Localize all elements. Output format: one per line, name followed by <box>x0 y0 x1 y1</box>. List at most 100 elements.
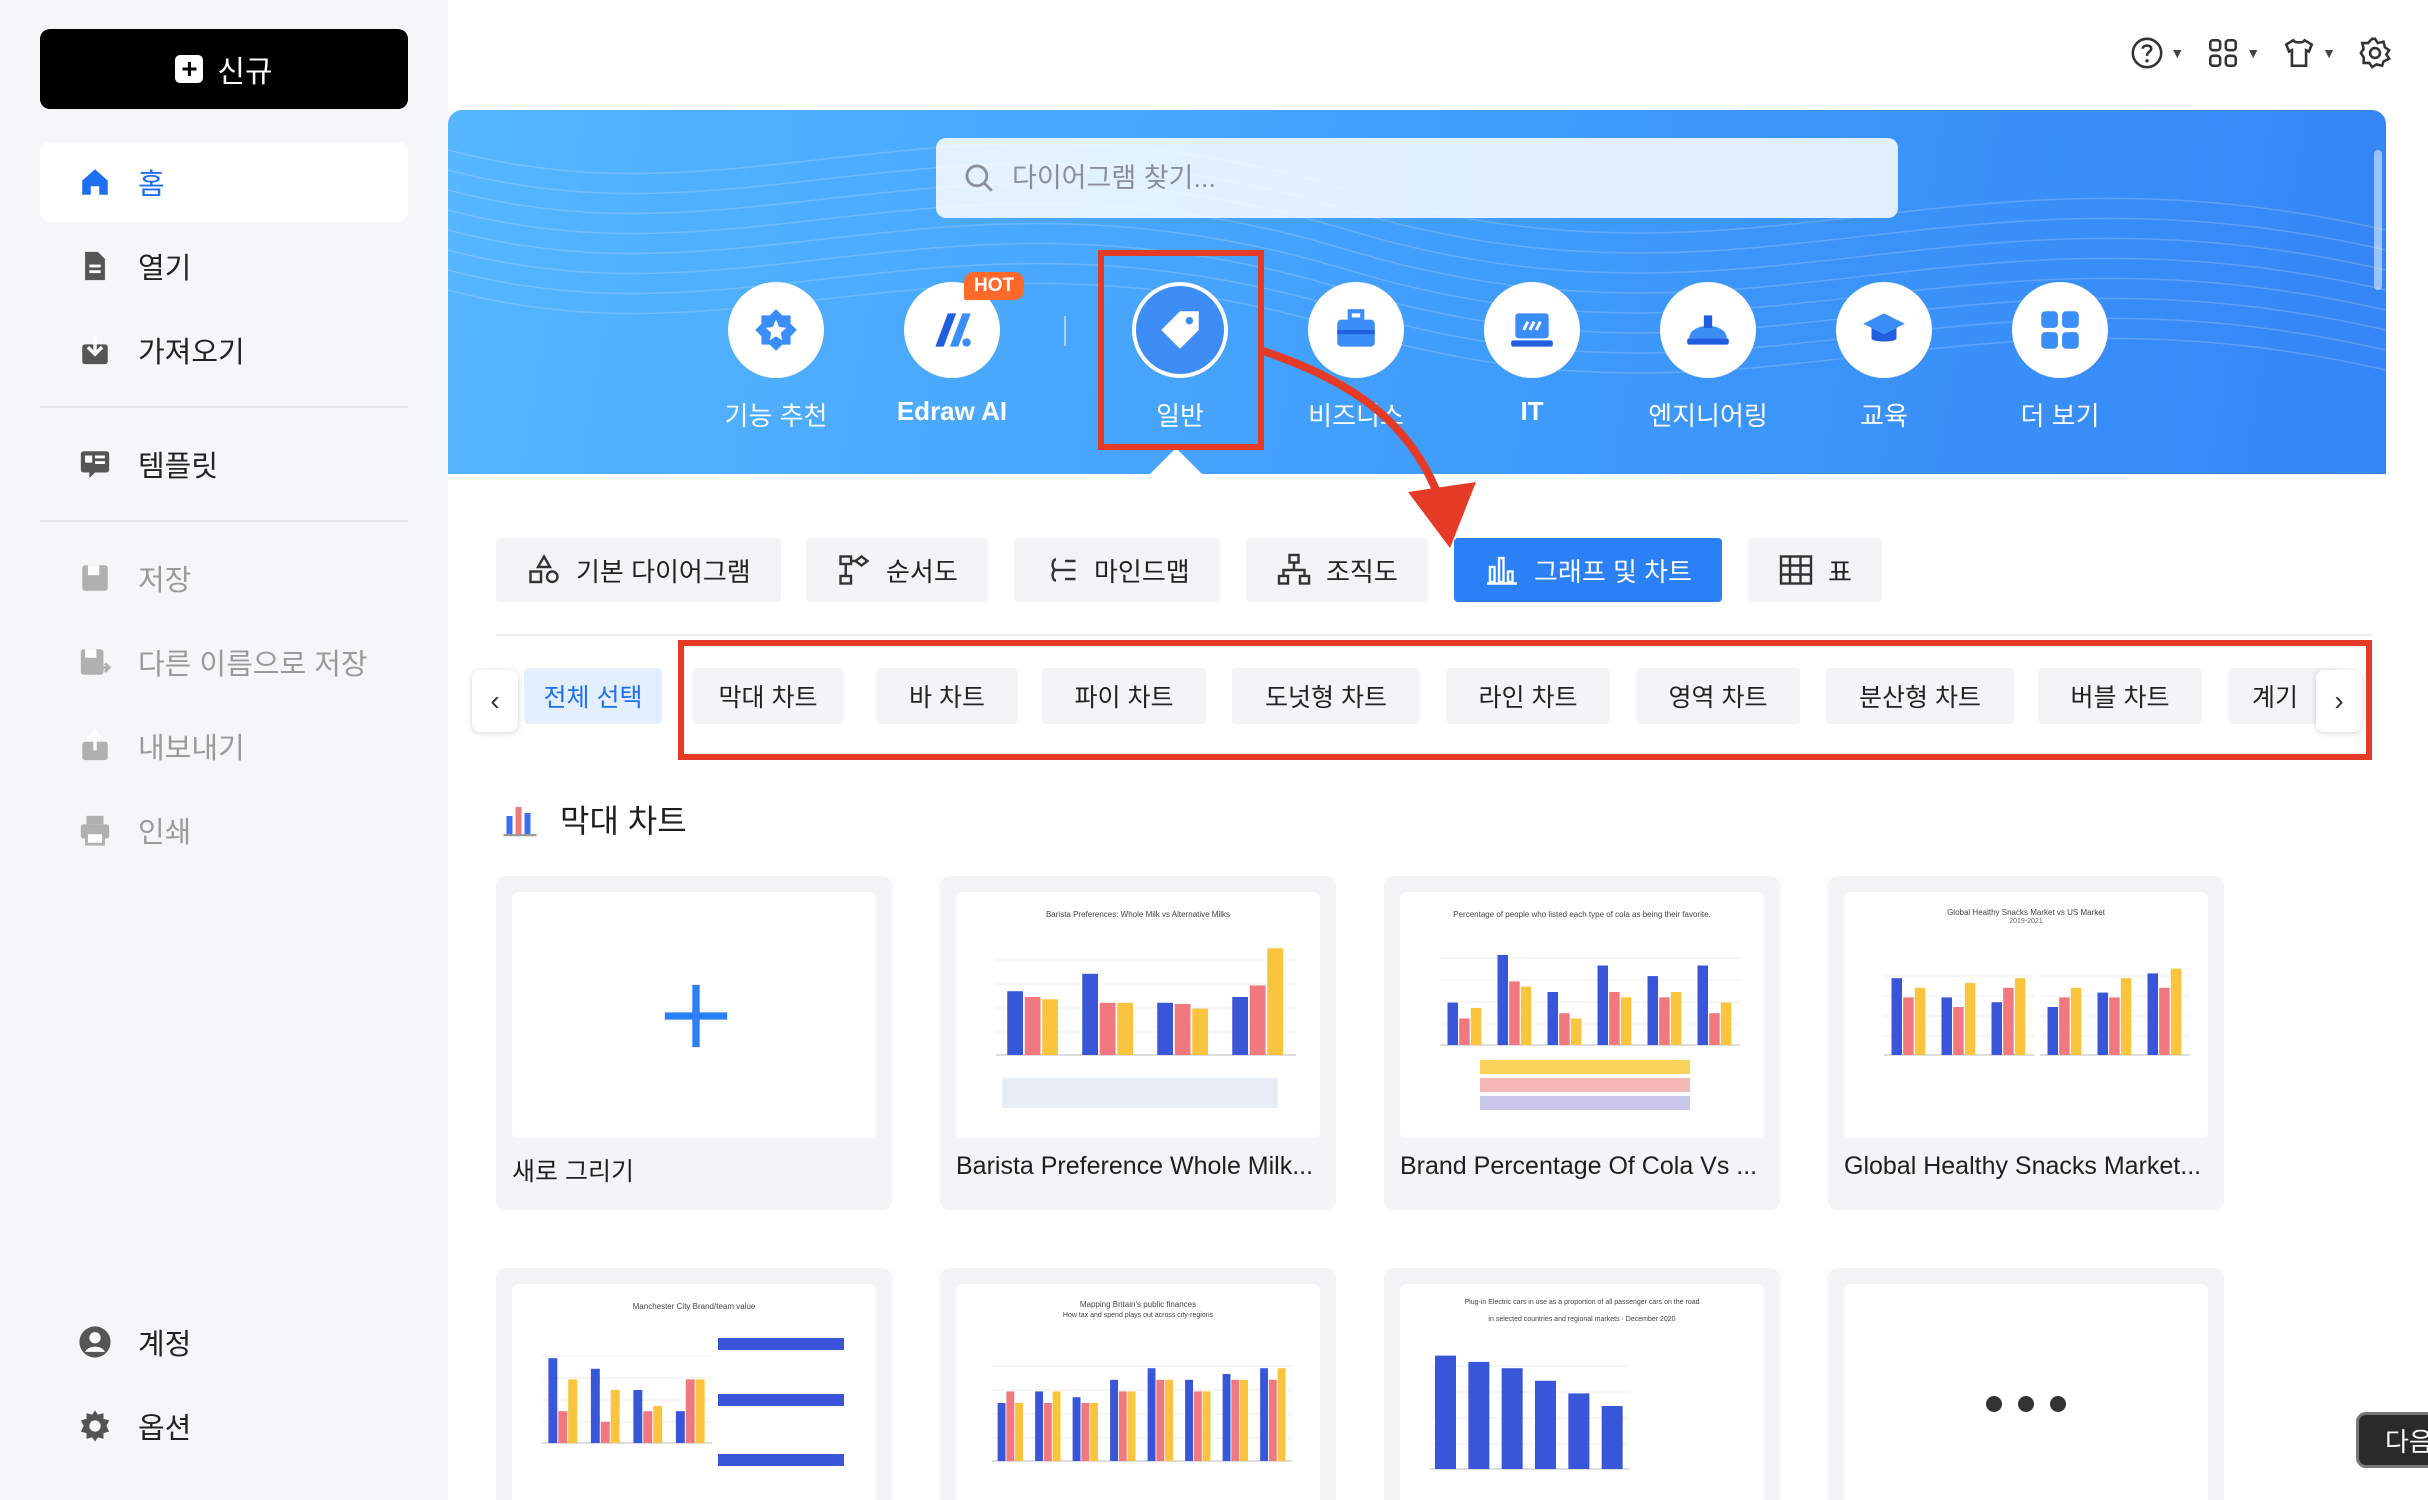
thumb-bar <box>1601 1406 1623 1469</box>
sidebar-item-label: 템플릿 <box>138 451 219 483</box>
thumbnail-chart <box>542 1355 712 1444</box>
sidebar-item-templates[interactable]: 템플릿 <box>40 424 408 504</box>
tab-org-chart[interactable]: 조직도 <box>1246 538 1428 602</box>
shirt-icon <box>2284 38 2314 68</box>
template-card-cola[interactable]: Percentage of people who listed each typ… <box>1384 876 1780 1210</box>
thumb-bar <box>1192 1008 1208 1055</box>
template-card-new[interactable]: 새로 그리기 <box>496 876 892 1210</box>
category-label: 기능 추천 <box>724 401 828 431</box>
card-thumbnail: Percentage of people who listed each typ… <box>1400 892 1764 1138</box>
thumb-heading: Mapping Britain's public finances <box>1079 1300 1197 1309</box>
sidebar: + 신규 홈 열기 가져오기 템플릿 저장 다른 이름으로 저장 내보내기 인쇄… <box>0 0 448 1500</box>
sidebar-item-save-as[interactable]: 다른 이름으로 저장 <box>40 622 408 702</box>
thumb-bar <box>685 1379 695 1443</box>
shapes-icon <box>529 554 559 584</box>
sidebar-item-label: 옵션 <box>138 1413 192 1445</box>
chip-select-all[interactable]: 전체 선택 <box>524 668 662 724</box>
category-edraw-ai[interactable]: Edraw AI HOT <box>882 272 1025 427</box>
bar-chart-icon <box>1487 556 1517 585</box>
thumb-bar <box>1570 1018 1582 1045</box>
theme-menu[interactable]: ▼ <box>2282 36 2336 70</box>
search-input[interactable] <box>1012 162 1872 194</box>
thumb-bar <box>1277 1368 1286 1461</box>
thumb-bar <box>1118 1391 1127 1461</box>
settings-button[interactable] <box>2358 36 2392 70</box>
sidebar-item-label: 가져오기 <box>138 337 245 369</box>
template-card-mancity[interactable]: Manchester City Brand/team value <box>496 1268 892 1500</box>
thumb-bar <box>1435 1355 1456 1469</box>
tab-mindmap[interactable]: 마인드맵 <box>1014 538 1220 602</box>
thumb-bar <box>2047 1007 2058 1055</box>
thumb-legend-yellow <box>1480 1060 1690 1074</box>
mindmap-icon <box>1051 558 1076 582</box>
card-thumbnail: Manchester City Brand/team value <box>512 1284 876 1500</box>
category-more[interactable]: 더 보기 <box>1990 282 2130 433</box>
category-engineering[interactable]: 엔지니어링 <box>1638 282 1778 433</box>
scrollbar[interactable] <box>2374 150 2382 290</box>
section-title: 막대 차트 <box>560 803 687 839</box>
template-card-more[interactable] <box>1828 1268 2224 1500</box>
thumb-bar <box>1015 1403 1023 1461</box>
category-icon-circle <box>1836 282 1932 378</box>
thumb-bar <box>1249 985 1266 1055</box>
apps-menu[interactable]: ▼ <box>2206 36 2260 70</box>
gear-icon <box>80 1410 110 1442</box>
sidebar-item-account[interactable]: 계정 <box>40 1302 408 1382</box>
sidebar-item-label: 저장 <box>138 565 192 597</box>
help-menu[interactable]: ▼ <box>2130 36 2184 70</box>
category-education[interactable]: 교육 <box>1814 282 1954 433</box>
thumb-bar <box>1609 992 1620 1045</box>
template-card-britain[interactable]: Mapping Britain's public finances How ta… <box>940 1268 1336 1500</box>
thumb-bar <box>1232 997 1248 1055</box>
sidebar-item-options[interactable]: 옵션 <box>40 1386 408 1466</box>
new-button[interactable]: + 신규 <box>40 29 408 109</box>
thumb-bar <box>1052 1391 1061 1461</box>
thumb-bar <box>1991 1002 2002 1055</box>
card-title: Global Healthy Snacks Market... <box>1844 1152 2202 1180</box>
grid-icon <box>2041 311 2079 349</box>
sidebar-item-label: 열기 <box>138 253 192 285</box>
thumb-bar <box>1260 1368 1268 1461</box>
chips-scroll-left[interactable]: ‹ <box>472 670 518 732</box>
sidebar-item-home[interactable]: 홈 <box>40 142 408 222</box>
search-bar[interactable] <box>936 138 1898 218</box>
thumb-bar <box>1914 987 1926 1055</box>
thumb-bar <box>1697 965 1708 1045</box>
chevron-down-icon: ▼ <box>2246 45 2261 61</box>
template-card-snacks[interactable]: Global Healthy Snacks Market vs US Marke… <box>1828 876 2224 1210</box>
template-card-barista[interactable]: Barista Preferences: Whole Milk vs Alter… <box>940 876 1336 1210</box>
card-title: Barista Preference Whole Milk... <box>956 1152 1314 1180</box>
sidebar-item-export[interactable]: 내보내기 <box>40 706 408 786</box>
thumb-bar <box>1501 1368 1523 1469</box>
template-card-electric-cars[interactable]: Plug-in Electric cars in use as a propor… <box>1384 1268 1780 1500</box>
flowchart-icon <box>839 555 870 585</box>
tab-graphs-charts[interactable]: 그래프 및 차트 <box>1454 538 1722 602</box>
tab-basic-diagram[interactable]: 기본 다이어그램 <box>496 538 781 602</box>
thumb-bar <box>1953 1007 1964 1055</box>
apps-grid-icon <box>2209 38 2238 68</box>
category-recommended[interactable]: 기능 추천 <box>706 282 846 433</box>
sidebar-item-open[interactable]: 열기 <box>40 226 408 306</box>
thumb-bar <box>1268 1379 1277 1461</box>
thumb-bar <box>1891 978 1902 1055</box>
category-icon-circle <box>2012 282 2108 378</box>
thumb-bar <box>1117 1002 1133 1055</box>
thumb-bar <box>1193 1391 1202 1461</box>
thumb-bar <box>1964 983 1976 1055</box>
sidebar-item-import[interactable]: 가져오기 <box>40 310 408 390</box>
tab-label: 기본 다이어그램 <box>576 556 751 587</box>
category-label: 더 보기 <box>2020 401 2100 431</box>
tab-flowchart[interactable]: 순서도 <box>806 538 988 602</box>
thumb-bar <box>1447 1002 1458 1045</box>
thumb-bar <box>1156 1379 1165 1461</box>
thumb-bar <box>1006 1391 1015 1461</box>
file-icon <box>85 251 105 281</box>
graduation-cap-icon <box>1863 313 1905 342</box>
thumb-bar <box>1459 1018 1470 1045</box>
category-icon-circle <box>1660 282 1756 378</box>
sidebar-item-save[interactable]: 저장 <box>40 538 408 618</box>
tab-table[interactable]: 표 <box>1748 538 1882 602</box>
next-button[interactable]: 다음 <box>2356 1412 2428 1468</box>
sidebar-item-print[interactable]: 인쇄 <box>40 790 408 870</box>
thumb-bar <box>1082 973 1098 1055</box>
